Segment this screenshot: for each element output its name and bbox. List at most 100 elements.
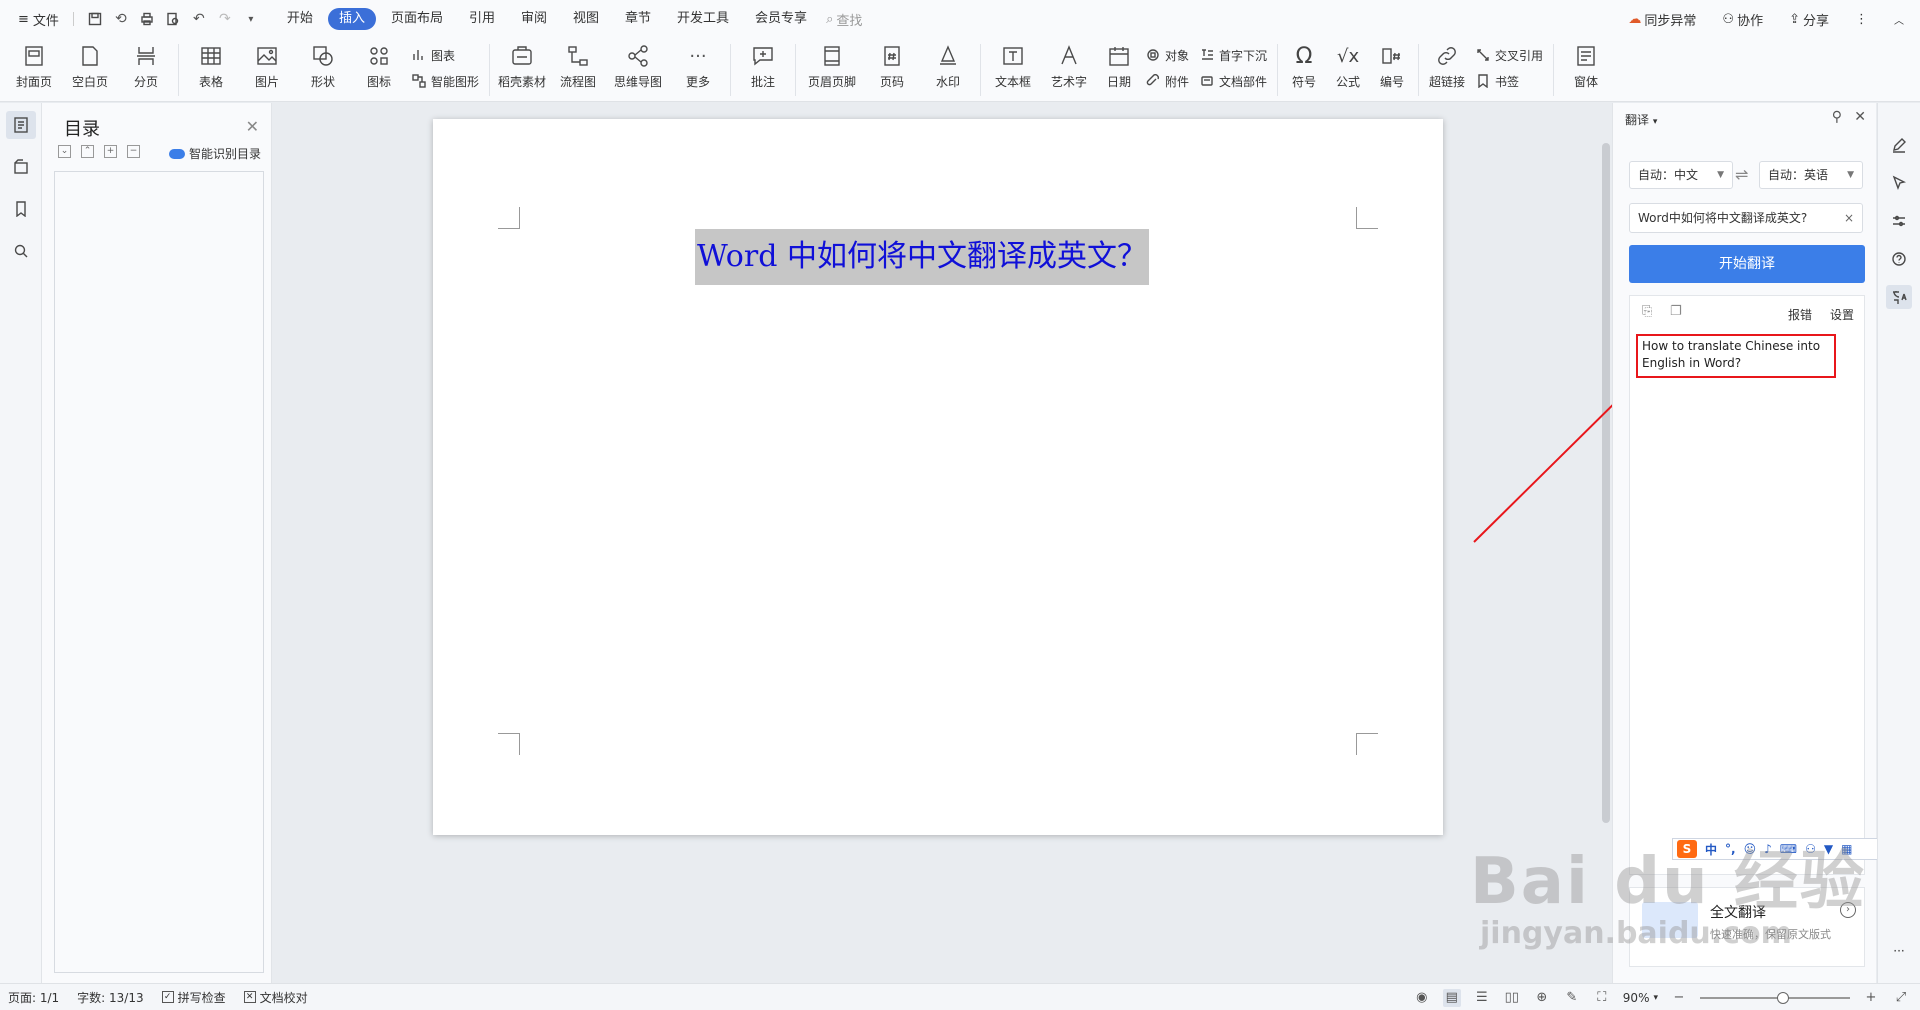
- blank-page-button[interactable]: 空白页: [62, 38, 118, 90]
- undo-icon[interactable]: ↶: [186, 6, 212, 32]
- edit-icon[interactable]: [1886, 133, 1912, 157]
- cover-page-button[interactable]: 封面页: [6, 38, 62, 90]
- tab-page-layout[interactable]: 页面布局: [380, 8, 454, 30]
- target-language-select[interactable]: 自动：英语 ▼: [1759, 161, 1863, 189]
- smartart-button[interactable]: 智能图形: [411, 72, 479, 90]
- copy-icon[interactable]: ❐: [1670, 304, 1682, 319]
- collapse-ribbon-icon[interactable]: ︿: [1888, 6, 1910, 32]
- mindmap-button[interactable]: 思维导图: [606, 38, 670, 90]
- table-button[interactable]: 表格: [183, 38, 239, 90]
- doc-parts-button[interactable]: 文档部件: [1199, 72, 1267, 90]
- shape-button[interactable]: 形状: [295, 38, 351, 90]
- tab-review[interactable]: 审阅: [510, 8, 558, 30]
- zoom-slider[interactable]: [1700, 991, 1850, 1004]
- header-footer-button[interactable]: 页眉页脚: [800, 38, 864, 90]
- zoom-slider-thumb[interactable]: [1776, 991, 1789, 1004]
- bookmark-nav-icon[interactable]: [6, 195, 36, 223]
- formula-button[interactable]: √x 公式: [1326, 38, 1370, 90]
- redo-icon[interactable]: ↷: [212, 6, 238, 32]
- page-indicator[interactable]: 页面: 1/1: [8, 989, 59, 1006]
- tab-insert[interactable]: 插入: [327, 8, 376, 30]
- reading-view-icon[interactable]: ▯▯: [1503, 989, 1521, 1007]
- chapter-nav-icon[interactable]: [6, 153, 36, 181]
- tab-member[interactable]: 会员专享: [744, 8, 818, 30]
- material-button[interactable]: 稻壳素材: [494, 38, 550, 90]
- translate-icon[interactable]: [1886, 285, 1912, 309]
- smart-toc-button[interactable]: 智能识别目录: [168, 145, 261, 162]
- textbox-button[interactable]: 文本框: [985, 38, 1041, 90]
- comment-button[interactable]: 批注: [735, 38, 791, 90]
- swap-languages-icon[interactable]: ⇌: [1735, 165, 1748, 184]
- close-icon[interactable]: ✕: [246, 117, 259, 136]
- dropcap-button[interactable]: 首字下沉: [1199, 46, 1267, 64]
- print-preview-icon[interactable]: [160, 6, 186, 32]
- attachment-button[interactable]: 附件: [1145, 72, 1189, 90]
- settings-link[interactable]: 设置: [1830, 306, 1854, 323]
- page-number-button[interactable]: 页码: [864, 38, 920, 90]
- spell-check-toggle[interactable]: ✓ 拼写检查: [161, 989, 226, 1006]
- clear-icon[interactable]: ×: [1844, 204, 1854, 232]
- print-icon[interactable]: [134, 6, 160, 32]
- wordart-button[interactable]: 艺术字: [1041, 38, 1097, 90]
- toc-list[interactable]: [54, 171, 264, 973]
- expand-all-icon[interactable]: ⌄: [58, 145, 71, 158]
- document-heading-selected[interactable]: Word 中如何将中文翻译成英文？: [695, 229, 1149, 285]
- window-button[interactable]: 窗体: [1558, 38, 1614, 90]
- sync-status[interactable]: ☁ 同步异常: [1622, 6, 1702, 32]
- pin-icon[interactable]: ⚲: [1832, 109, 1842, 125]
- search-box[interactable]: ⌕ 查找: [820, 6, 868, 32]
- outline-view-icon[interactable]: ☰: [1473, 989, 1491, 1007]
- symbol-button[interactable]: Ω 符号: [1282, 38, 1326, 90]
- find-icon[interactable]: [6, 237, 36, 265]
- more-options-icon[interactable]: ···: [1886, 939, 1912, 963]
- promote-icon[interactable]: +: [104, 145, 117, 158]
- tab-developer[interactable]: 开发工具: [666, 8, 740, 30]
- insert-result-icon[interactable]: ⎘: [1642, 304, 1652, 319]
- object-button[interactable]: 对象: [1145, 46, 1189, 64]
- tab-start[interactable]: 开始: [276, 8, 324, 30]
- adjust-icon[interactable]: [1886, 209, 1912, 233]
- word-count[interactable]: 字数: 13/13: [77, 989, 143, 1006]
- write-mode-icon[interactable]: ✎: [1563, 989, 1581, 1007]
- file-menu[interactable]: ≡ 文件: [12, 6, 65, 32]
- date-button[interactable]: 日期: [1097, 38, 1141, 90]
- undo-history-icon[interactable]: ⟲: [108, 6, 134, 32]
- page-view-icon[interactable]: ▤: [1442, 988, 1461, 1007]
- zoom-out-icon[interactable]: −: [1670, 989, 1688, 1007]
- eye-protection-icon[interactable]: ◉: [1413, 989, 1431, 1007]
- source-language-select[interactable]: 自动：中文 ▼: [1629, 161, 1733, 189]
- web-view-icon[interactable]: ⊕: [1533, 989, 1551, 1007]
- document-area[interactable]: Word 中如何将中文翻译成英文？: [273, 103, 1603, 983]
- collapse-all-icon[interactable]: ⌃: [81, 145, 94, 158]
- more-options-icon[interactable]: ⋮: [1849, 6, 1874, 32]
- bookmark-button[interactable]: 书签: [1475, 72, 1543, 90]
- tab-view[interactable]: 视图: [562, 8, 610, 30]
- collab-button[interactable]: ⚇ 协作: [1716, 6, 1769, 32]
- save-icon[interactable]: [82, 6, 108, 32]
- chart-button[interactable]: 图表: [411, 46, 479, 64]
- report-error-link[interactable]: 报错: [1788, 306, 1812, 323]
- hyperlink-button[interactable]: 超链接: [1423, 38, 1471, 90]
- page-break-button[interactable]: 分页: [118, 38, 174, 90]
- crossref-button[interactable]: 交叉引用: [1475, 46, 1543, 64]
- translate-panel-title[interactable]: 翻译 ▾: [1625, 111, 1657, 128]
- help-icon[interactable]: [1886, 247, 1912, 271]
- fullscreen-icon[interactable]: ⤢: [1892, 989, 1910, 1007]
- quick-access-dropdown-icon[interactable]: ▾: [238, 6, 264, 32]
- share-button[interactable]: ⇪ 分享: [1783, 6, 1835, 32]
- document-page[interactable]: Word 中如何将中文翻译成英文？: [433, 119, 1443, 835]
- more-button[interactable]: ··· 更多: [670, 38, 726, 90]
- tab-references[interactable]: 引用: [458, 8, 506, 30]
- numbering-button[interactable]: 编号: [1370, 38, 1414, 90]
- select-cursor-icon[interactable]: [1886, 171, 1912, 195]
- picture-button[interactable]: 图片: [239, 38, 295, 90]
- close-icon[interactable]: ✕: [1854, 109, 1866, 125]
- source-text-input[interactable]: Word中如何将中文翻译成英文? ×: [1629, 203, 1863, 233]
- outline-view-icon[interactable]: [5, 111, 36, 139]
- watermark-button[interactable]: 水印: [920, 38, 976, 90]
- proofread-button[interactable]: ✕ 文档校对: [243, 989, 308, 1006]
- zoom-in-icon[interactable]: +: [1862, 989, 1880, 1007]
- fit-page-icon[interactable]: ⛶: [1593, 989, 1611, 1007]
- icon-button[interactable]: 图标: [351, 38, 407, 90]
- start-translate-button[interactable]: 开始翻译: [1629, 245, 1865, 283]
